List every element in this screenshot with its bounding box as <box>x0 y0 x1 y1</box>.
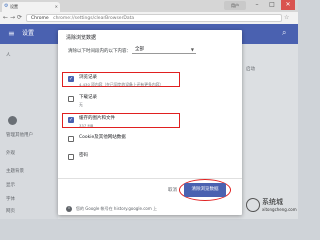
item-description: 无 <box>79 102 83 107</box>
avatar <box>8 116 17 125</box>
search-icon[interactable]: ⌕ <box>282 29 286 37</box>
item-description: 337 MB <box>79 123 94 128</box>
user-button[interactable]: 用户 <box>224 1 246 10</box>
bg-section-label: 显示 <box>6 183 15 188</box>
reload-icon[interactable]: ⟳ <box>17 14 22 22</box>
watermark-url: xitongcheng.com <box>262 207 297 212</box>
omnibox-url: chrome://settings/clearBrowserData <box>53 16 135 21</box>
bg-section-label: 网页 <box>6 209 15 214</box>
checkbox[interactable]: ✓ <box>68 117 74 123</box>
settings-background-right: 启动 <box>240 44 298 219</box>
gear-icon: ⚙ <box>4 3 9 9</box>
watermark-title: 系统城 <box>262 198 283 206</box>
bookmark-star-icon[interactable]: ☆ <box>284 14 289 22</box>
bg-section-label: 人 <box>6 53 11 58</box>
toolbar: ← → ⟳ Chrome chrome://settings/clearBrow… <box>0 12 298 24</box>
tab-settings[interactable]: ⚙ 设置 ✕ <box>2 2 60 12</box>
omnibox-prefix: Chrome <box>31 16 49 21</box>
dialog-title: 清除浏览数据 <box>66 35 97 41</box>
checkbox[interactable] <box>68 96 74 102</box>
item-label: 下载记录 <box>79 95 97 100</box>
time-range-value: 全部 <box>135 47 144 52</box>
close-window-icon[interactable]: ✕ <box>281 0 295 10</box>
item-label: 浏览记录 <box>79 75 97 80</box>
minimize-icon[interactable]: – <box>250 0 264 10</box>
time-range-select[interactable]: 全部 ▼ <box>132 46 196 54</box>
watermark: 系统城 xitongcheng.com <box>246 196 297 218</box>
clear-data-button[interactable]: 清除浏览数据 <box>184 183 226 197</box>
item-label: 密码 <box>79 153 88 158</box>
maximize-icon[interactable]: □ <box>265 0 279 10</box>
bg-section-label: 字体 <box>6 197 15 202</box>
tab-strip: ⚙ 设置 ✕ 用户 – □ ✕ <box>0 0 298 12</box>
info-text: 您的 Google 帐号在 history.google.com 上 <box>76 206 158 211</box>
close-tab-icon[interactable]: ✕ <box>55 2 58 12</box>
cancel-button[interactable]: 取消 <box>168 187 177 195</box>
item-label: Cookie及其他网站数据 <box>79 135 126 140</box>
info-icon: i <box>66 206 72 212</box>
bg-section-label: 外观 <box>6 151 15 156</box>
bg-section-label: 管理其他用户 <box>6 133 33 138</box>
checkbox[interactable]: ✓ <box>68 76 74 82</box>
item-label: 缓存的图片和文件 <box>79 116 115 121</box>
back-icon[interactable]: ← <box>3 14 8 22</box>
checkbox[interactable] <box>68 136 74 142</box>
checkbox[interactable] <box>68 154 74 160</box>
menu-icon[interactable]: ≡ <box>8 30 15 38</box>
clear-browsing-data-dialog: 清除浏览数据 清除以下时间段内的以下内容： 全部 ▼ ✓ 浏览记录 4,430 … <box>58 30 242 215</box>
forward-icon[interactable]: → <box>10 14 15 22</box>
bg-section-label: 主题背景 <box>6 169 24 174</box>
item-description: 4,430 项内容（在已同步的设备上还有更多内容） <box>79 82 164 87</box>
browser-window: ⚙ 设置 ✕ 用户 – □ ✕ ← → ⟳ Chrome chrome://se… <box>0 0 298 219</box>
watermark-logo-icon <box>246 198 260 212</box>
bg-section-label: 启动 <box>246 67 255 72</box>
settings-background-left: 人 管理其他用户 外观 主题背景 显示 字体 网页 <box>0 44 58 219</box>
tab-title: 设置 <box>10 4 18 9</box>
address-bar[interactable]: Chrome chrome://settings/clearBrowserDat… <box>26 14 282 22</box>
time-range-label: 清除以下时间段内的以下内容： <box>68 49 131 54</box>
chevron-down-icon: ▼ <box>190 47 194 52</box>
page-title: 设置 <box>22 30 35 37</box>
